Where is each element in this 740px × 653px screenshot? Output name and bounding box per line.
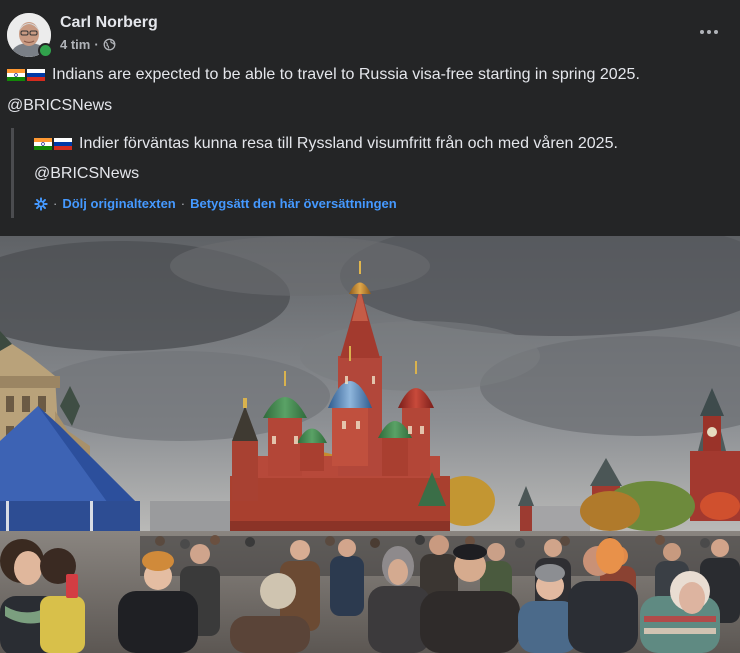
author-name[interactable]: Carl Norberg <box>60 14 158 32</box>
more-options-button[interactable] <box>692 18 726 46</box>
meta-separator: · <box>94 37 99 52</box>
online-status-dot <box>38 43 53 58</box>
post-header: Carl Norberg 4 tim · <box>0 0 740 64</box>
post-time[interactable]: 4 tim <box>60 37 90 52</box>
translation-text: Indier förväntas kunna resa till Rysslan… <box>79 135 618 152</box>
separator: · <box>53 196 58 211</box>
russia-flag-icon <box>54 138 72 150</box>
india-flag-icon <box>34 138 52 150</box>
translation-mention[interactable]: @BRICSNews <box>34 165 139 183</box>
flag-group <box>34 138 74 150</box>
post-text-line-2: @BRICSNews <box>7 97 112 115</box>
globe-icon <box>103 38 116 51</box>
translation-line-1: Indier förväntas kunna resa till Rysslan… <box>34 135 618 153</box>
hide-original-link[interactable]: Dölj originaltexten <box>62 196 175 211</box>
red-square-image <box>0 236 740 653</box>
gear-icon[interactable] <box>34 196 48 211</box>
post-mention[interactable]: @BRICSNews <box>7 97 112 115</box>
post-text: Indians are expected to be able to trave… <box>52 66 640 83</box>
post-text-line-1: Indians are expected to be able to trave… <box>7 66 640 84</box>
india-flag-icon <box>7 69 25 81</box>
separator: · <box>180 196 186 211</box>
flag-group <box>7 69 47 81</box>
russia-flag-icon <box>27 69 45 81</box>
translation-line-2: @BRICSNews <box>34 165 139 183</box>
more-icon <box>714 30 718 34</box>
more-icon <box>700 30 704 34</box>
more-icon <box>707 30 711 34</box>
post-photo[interactable] <box>0 236 740 653</box>
rate-translation-link[interactable]: Betygsätt den här översättningen <box>190 196 397 211</box>
translation-box: Indier förväntas kunna resa till Rysslan… <box>11 128 704 218</box>
translation-actions: · Dölj originaltexten · Betygsätt den hä… <box>34 196 397 211</box>
post-meta: 4 tim · <box>60 37 116 52</box>
